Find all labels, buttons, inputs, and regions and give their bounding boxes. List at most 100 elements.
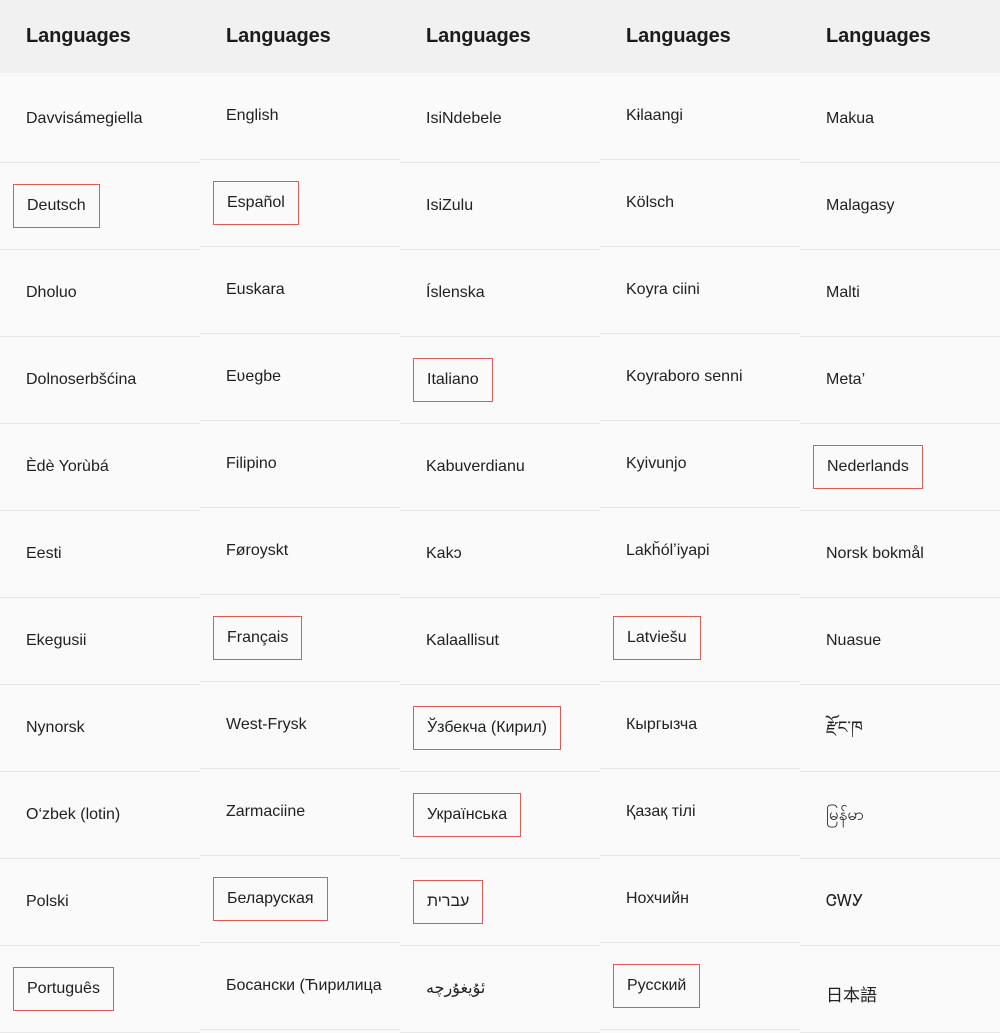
language-cell[interactable]: Èdè Yorùbá bbox=[0, 424, 200, 511]
language-label: မြန်မာ bbox=[826, 805, 865, 825]
language-cell[interactable]: Euskara bbox=[200, 247, 400, 334]
column-header-0: Languages bbox=[26, 25, 131, 47]
language-cell-highlighted[interactable]: עברית bbox=[400, 859, 600, 946]
language-label: Нохчийн bbox=[626, 890, 689, 907]
language-cell[interactable]: Filipino bbox=[200, 421, 400, 508]
language-cell-highlighted[interactable]: Українська bbox=[400, 772, 600, 859]
language-cell[interactable]: Norsk bokmål bbox=[800, 511, 1000, 598]
language-label: ᏣᎳᎩ bbox=[826, 893, 864, 910]
language-cell-highlighted[interactable]: Español bbox=[200, 160, 400, 247]
languages-table: Languages Languages Languages Languages … bbox=[0, 0, 1000, 1033]
language-cell-highlighted[interactable]: Ўзбекча (Кирил) bbox=[400, 685, 600, 772]
language-cell[interactable]: Кыргызча bbox=[600, 682, 800, 769]
language-cell[interactable]: Kalaallisut bbox=[400, 598, 600, 685]
language-label: Davvisámegiella bbox=[26, 110, 143, 127]
language-cell[interactable]: Босански (Ћирилица bbox=[200, 943, 400, 1030]
language-cell-highlighted[interactable]: Latviešu bbox=[600, 595, 800, 682]
language-label: Koyra ciini bbox=[626, 281, 700, 298]
language-label: Español bbox=[213, 181, 299, 225]
language-label: Nynorsk bbox=[26, 719, 85, 736]
language-cell[interactable]: Dholuo bbox=[0, 250, 200, 337]
language-cell[interactable]: Makua bbox=[800, 76, 1000, 163]
table-column-4: Makua Malagasy Malti Meta’ Nederlands Norsk b… bbox=[800, 73, 1000, 1033]
language-cell-highlighted[interactable]: Português bbox=[0, 946, 200, 1033]
language-label: Kakɔ bbox=[426, 545, 462, 562]
language-cell[interactable]: རྫོང་ཁ bbox=[800, 685, 1000, 772]
column-header-2: Languages bbox=[426, 25, 531, 47]
language-label: Filipino bbox=[226, 455, 277, 472]
language-cell[interactable]: Nuasue bbox=[800, 598, 1000, 685]
language-cell[interactable]: IsiNdebele bbox=[400, 76, 600, 163]
language-label: IsiNdebele bbox=[426, 110, 502, 127]
language-label: Kabuverdianu bbox=[426, 458, 525, 475]
language-cell[interactable]: Malti bbox=[800, 250, 1000, 337]
language-cell[interactable]: Eʋegbe bbox=[200, 334, 400, 421]
language-cell[interactable]: IsiZulu bbox=[400, 163, 600, 250]
language-label: Makua bbox=[826, 110, 875, 127]
language-label: Қазақ тілі bbox=[626, 803, 696, 820]
language-cell[interactable]: Davvisámegiella bbox=[0, 76, 200, 163]
language-cell[interactable]: ئۇيغۇرچە bbox=[400, 946, 600, 1033]
table-column-1: English Español Euskara Eʋegbe Filipino Føroy… bbox=[200, 73, 400, 1033]
language-label: Ekegusii bbox=[26, 632, 87, 649]
language-cell[interactable]: Nynorsk bbox=[0, 685, 200, 772]
language-cell-highlighted[interactable]: Français bbox=[200, 595, 400, 682]
table-header-row: Languages Languages Languages Languages … bbox=[0, 0, 1000, 73]
language-label: Malagasy bbox=[826, 197, 895, 214]
language-cell-highlighted[interactable]: Русский bbox=[600, 943, 800, 1030]
language-cell[interactable]: Koyraboro senni bbox=[600, 334, 800, 421]
language-cell[interactable]: West-Frysk bbox=[200, 682, 400, 769]
language-label: 日本語 bbox=[826, 986, 877, 1006]
language-cell[interactable]: Kyivunjo bbox=[600, 421, 800, 508]
language-label: Ўзбекча (Кирил) bbox=[413, 706, 561, 750]
language-label: Kalaallisut bbox=[426, 632, 499, 649]
language-label: Eʋegbe bbox=[226, 368, 282, 385]
language-label: Українська bbox=[413, 793, 522, 837]
language-cell[interactable]: Malagasy bbox=[800, 163, 1000, 250]
language-cell[interactable]: Қазақ тілі bbox=[600, 769, 800, 856]
language-cell[interactable]: Kakɔ bbox=[400, 511, 600, 598]
language-cell[interactable]: O‘zbek (lotin) bbox=[0, 772, 200, 859]
language-cell[interactable]: မြန်မာ bbox=[800, 772, 1000, 859]
table-column-3: Kɨlaangi Kölsch Koyra ciini Koyraboro senni… bbox=[600, 73, 800, 1033]
table-column-0: Davvisámegiella Deutsch Dholuo Dolnoserbšći… bbox=[0, 73, 200, 1033]
language-cell[interactable]: Polski bbox=[0, 859, 200, 946]
language-cell[interactable]: Kɨlaangi bbox=[600, 73, 800, 160]
language-label: Kɨlaangi bbox=[626, 107, 683, 124]
language-label: Беларуская bbox=[213, 877, 328, 921]
column-header-4: Languages bbox=[826, 25, 931, 47]
language-label: Nederlands bbox=[813, 445, 923, 489]
language-cell[interactable]: Íslenska bbox=[400, 250, 600, 337]
language-cell[interactable]: Lakȟólʼiyapi bbox=[600, 508, 800, 595]
language-cell[interactable]: 日本語 bbox=[800, 946, 1000, 1033]
language-label: Русский bbox=[613, 964, 701, 1008]
language-cell[interactable]: Kabuverdianu bbox=[400, 424, 600, 511]
table-column-2: IsiNdebele IsiZulu Íslenska Italiano Kabuver… bbox=[400, 73, 600, 1033]
language-label: Italiano bbox=[413, 358, 493, 402]
language-cell-highlighted[interactable]: Deutsch bbox=[0, 163, 200, 250]
language-label: Koyraboro senni bbox=[626, 368, 743, 385]
language-label: Kyivunjo bbox=[626, 455, 687, 472]
language-cell[interactable]: Нохчийн bbox=[600, 856, 800, 943]
language-label: Euskara bbox=[226, 281, 285, 298]
language-cell[interactable]: Koyra ciini bbox=[600, 247, 800, 334]
language-cell[interactable]: Meta’ bbox=[800, 337, 1000, 424]
language-label: Lakȟólʼiyapi bbox=[626, 542, 710, 559]
language-cell-highlighted[interactable]: Nederlands bbox=[800, 424, 1000, 511]
language-cell[interactable]: Dolnoserbšćina bbox=[0, 337, 200, 424]
language-label: Føroyskt bbox=[226, 542, 289, 559]
language-label: Norsk bokmål bbox=[826, 545, 924, 562]
language-cell-highlighted[interactable]: Беларуская bbox=[200, 856, 400, 943]
language-cell[interactable]: English bbox=[200, 73, 400, 160]
column-header-3: Languages bbox=[626, 25, 731, 47]
language-cell[interactable]: ᏣᎳᎩ bbox=[800, 859, 1000, 946]
language-label: Kölsch bbox=[626, 194, 675, 211]
language-cell-highlighted[interactable]: Italiano bbox=[400, 337, 600, 424]
language-cell[interactable]: Ekegusii bbox=[0, 598, 200, 685]
language-cell[interactable]: Zarmaciine bbox=[200, 769, 400, 856]
language-cell[interactable]: Eesti bbox=[0, 511, 200, 598]
language-cell[interactable]: Kölsch bbox=[600, 160, 800, 247]
language-label: IsiZulu bbox=[426, 197, 474, 214]
language-label: Èdè Yorùbá bbox=[26, 458, 109, 475]
language-cell[interactable]: Føroyskt bbox=[200, 508, 400, 595]
